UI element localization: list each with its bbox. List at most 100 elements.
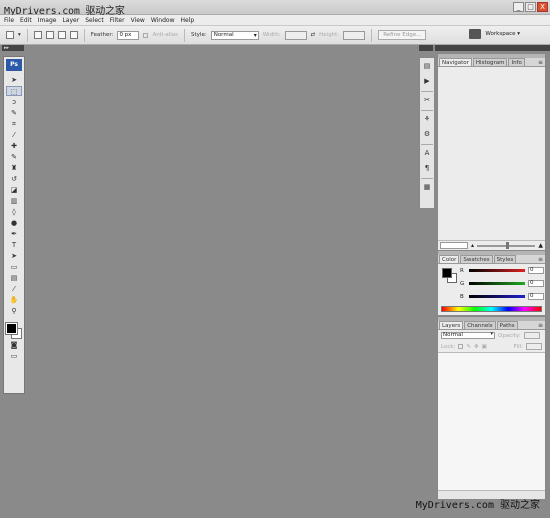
brush-tool-icon[interactable]: ✎ [6,152,22,162]
watermark-bottom: MyDrivers.com 驱动之家 [415,500,540,511]
tab-channels[interactable]: Channels [464,321,496,329]
type-tool-icon[interactable]: T [6,240,22,250]
channel-b-input[interactable]: 0 [528,293,544,300]
panel-menu-icon[interactable]: ≡ [538,322,543,329]
foreground-color-swatch[interactable] [5,322,18,335]
dodge-tool-icon[interactable]: ● [6,218,22,228]
path-select-tool-icon[interactable]: ➤ [6,251,22,261]
width-input[interactable] [284,30,307,40]
minimize-button[interactable]: _ [513,2,524,12]
refine-edge-button[interactable]: Refine Edge... [378,30,427,40]
tab-navigator[interactable]: Navigator [439,58,472,66]
zoom-out-icon[interactable]: ▴ [471,242,474,249]
tool-preset-picker[interactable] [6,31,14,39]
workspace-icon[interactable] [469,29,482,39]
feather-input[interactable]: 0 px [117,30,140,40]
height-input[interactable] [343,30,366,40]
antialias-checkbox[interactable] [143,32,149,38]
channel-g-input[interactable]: 0 [528,280,544,287]
photoshop-logo[interactable]: Ps [6,59,22,71]
workspace-button[interactable]: Workspace ▾ [485,31,520,37]
opacity-input[interactable] [523,332,540,339]
gradient-tool-icon[interactable]: ▥ [6,196,22,206]
blend-mode-select[interactable]: Normal [441,332,495,339]
eraser-tool-icon[interactable]: ◪ [6,185,22,195]
lock-transparent-icon[interactable] [458,344,464,349]
screen-mode-icon[interactable]: ▭ [6,351,22,361]
lock-pixels-icon[interactable]: ✎ [466,344,471,350]
channel-r-input[interactable]: 0 [528,267,544,274]
close-button[interactable]: X [537,2,548,12]
color-foreground-swatch[interactable] [442,268,452,278]
actions-panel-icon[interactable]: ▶ [421,76,433,86]
paragraph-panel-icon[interactable]: ¶ [421,163,433,173]
style-select[interactable]: Normal [210,30,259,40]
move-tool-icon[interactable]: ➤ [6,75,22,85]
collapsed-panel-dock: ▤ ▶ ✂ ⚘ ⚙ A ¶ ▦ [419,57,435,209]
healing-brush-tool-icon[interactable]: ✚ [6,141,22,151]
marquee-tool-icon[interactable]: ⬚ [6,86,22,96]
clone-stamp-tool-icon[interactable]: ♜ [6,163,22,173]
brushes-panel-icon[interactable]: ⚘ [421,114,433,124]
panel-menu-icon[interactable]: ≡ [538,59,543,66]
subtract-selection-icon[interactable] [57,31,66,39]
menu-file[interactable]: File [4,17,14,24]
history-panel-icon[interactable]: ▤ [421,61,433,71]
blur-tool-icon[interactable]: ◊ [6,207,22,217]
zoom-field[interactable] [440,242,468,249]
right-dock-collapse-bar[interactable] [435,45,550,51]
clone-source-icon[interactable]: ⚙ [421,129,433,139]
tab-color[interactable]: Color [439,255,460,263]
menu-edit[interactable]: Edit [20,17,32,24]
intersect-selection-icon[interactable] [69,31,78,39]
tab-layers[interactable]: Layers [439,321,464,329]
pen-tool-icon[interactable]: ✒ [6,229,22,239]
toolbox-collapse-icon[interactable]: ▸▸ [2,45,24,51]
tab-histogram[interactable]: Histogram [472,58,508,66]
character-panel-icon[interactable]: A [421,148,433,158]
tab-swatches[interactable]: Swatches [460,255,493,263]
quick-select-tool-icon[interactable]: ✎ [6,108,22,118]
menu-select[interactable]: Select [85,17,104,24]
maximize-button[interactable]: □ [525,2,536,12]
channel-g-slider[interactable] [469,282,525,285]
eyedropper-tool-icon[interactable]: ⁄ [6,284,22,294]
zoom-tool-icon[interactable]: ⚲ [6,306,22,316]
menu-layer[interactable]: Layer [62,17,79,24]
menu-help[interactable]: Help [181,17,195,24]
panel-menu-icon[interactable]: ≡ [538,256,543,263]
tool-presets-icon[interactable]: ✂ [421,95,433,105]
tab-info[interactable]: Info [508,58,525,66]
channel-b-slider[interactable] [469,295,525,298]
lock-position-icon[interactable]: ✥ [474,344,479,350]
new-selection-icon[interactable] [33,31,42,39]
shape-tool-icon[interactable]: ▭ [6,262,22,272]
channel-r-slider[interactable] [469,269,525,272]
crop-tool-icon[interactable]: ⌗ [6,119,22,129]
mid-dock-collapse-icon[interactable] [419,45,433,51]
zoom-slider-thumb[interactable] [506,241,510,249]
layers-panel: Layers Channels Paths ≡ Normal Opacity: … [437,316,546,500]
menu-filter[interactable]: Filter [110,17,125,24]
swap-icon[interactable]: ⇄ [311,32,316,38]
fill-input[interactable] [526,343,542,350]
layer-comps-icon[interactable]: ▦ [421,182,433,192]
zoom-in-icon[interactable]: ▲ [538,242,543,249]
history-brush-tool-icon[interactable]: ↺ [6,174,22,184]
tab-styles[interactable]: Styles [493,255,517,263]
lock-all-icon[interactable]: ▣ [482,344,487,350]
notes-tool-icon[interactable]: ▤ [6,273,22,283]
menu-view[interactable]: View [131,17,145,24]
preset-arrow-icon[interactable]: ▾ [18,32,21,38]
separator [421,110,433,111]
menu-image[interactable]: Image [38,17,57,24]
menu-window[interactable]: Window [151,17,175,24]
antialias-label: Anti-alias [152,32,179,38]
zoom-slider[interactable] [477,241,536,249]
quick-mask-icon[interactable]: ◙ [6,340,22,350]
hand-tool-icon[interactable]: ✋ [6,295,22,305]
lasso-tool-icon[interactable]: ↄ [6,97,22,107]
slice-tool-icon[interactable]: ⁄ [6,130,22,140]
tab-paths[interactable]: Paths [496,321,518,329]
add-selection-icon[interactable] [45,31,54,39]
